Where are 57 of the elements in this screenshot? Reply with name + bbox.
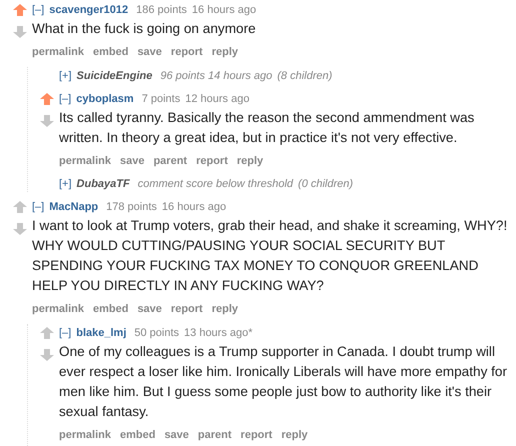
comment-action-link[interactable]: parent [198, 427, 232, 443]
downvote-arrow-icon[interactable] [40, 349, 54, 361]
author-link[interactable]: MacNapp [49, 199, 98, 215]
comment-action-link[interactable]: save [137, 301, 162, 317]
collapse-toggle[interactable]: [–] [32, 2, 44, 18]
author-link[interactable]: cyboplasm [76, 91, 134, 107]
comment-text: What in the fuck is going on anymore [32, 20, 257, 38]
comment-score: 178 points [106, 200, 157, 215]
comment-action-link[interactable]: permalink [59, 427, 111, 443]
comment-action-link[interactable]: save [164, 427, 189, 443]
comment-time: 16 hours ago [192, 3, 256, 18]
downvote-arrow-icon[interactable] [13, 223, 27, 235]
downvote-arrow-icon[interactable] [13, 26, 27, 38]
collapse-toggle[interactable]: [–] [59, 91, 72, 107]
comment-action-link[interactable]: permalink [32, 44, 84, 60]
comment-action-link[interactable]: embed [120, 427, 156, 443]
comment-text: Its called tyranny. Basically the reason the second ammendment was written. In theory a great idea, but in practice it's not very effective. [59, 109, 476, 147]
comment-score: 50 points [134, 326, 180, 341]
comment-text: One of my colleagues is a Trump supporter in Canada. I doubt trump will ever respect a loser like him. Ironically Liberals will have more empathy for men like him. But I guess some people just bow to authority like it's their sexual fantasy. [59, 343, 508, 421]
comment-action-link[interactable]: reply [236, 153, 264, 169]
collapse-toggle[interactable]: [–] [59, 325, 72, 341]
comment-time: 16 hours ago [162, 200, 226, 215]
upvote-arrow-icon[interactable] [40, 327, 54, 339]
upvote-arrow-icon[interactable] [13, 4, 27, 16]
collapse-toggle[interactable]: [–] [32, 199, 44, 215]
comment-action-link[interactable]: embed [92, 44, 128, 60]
comment-action-link[interactable]: parent [153, 153, 188, 169]
comment-score: 96 points 14 hours ago [160, 69, 272, 84]
comment-score: 186 points [136, 3, 187, 18]
author-link[interactable]: DubayaTF [76, 176, 130, 192]
expand-toggle[interactable]: [+] [59, 176, 72, 192]
author-link[interactable]: blake_lmj [76, 325, 126, 341]
comment-action-link[interactable]: reply [281, 427, 308, 443]
author-link[interactable]: scavenger1012 [49, 2, 128, 18]
children-count: (0 children) [298, 177, 354, 192]
comment-action-link[interactable]: reply [212, 44, 238, 60]
comment-action-link[interactable]: report [170, 44, 203, 60]
comment-action-link[interactable]: permalink [32, 301, 84, 317]
comment-action-link[interactable]: save [120, 153, 144, 169]
comment-action-link[interactable]: reply [212, 301, 238, 317]
comment-time: 13 hours ago* [184, 326, 253, 341]
comment-score: comment score below threshold [138, 177, 294, 192]
comment-action-link[interactable]: report [196, 153, 228, 169]
downvote-arrow-icon[interactable] [40, 115, 54, 127]
comment-action-link[interactable]: permalink [59, 153, 111, 169]
comment-text: I want to look at Trump voters, grab their head, and shake it screaming, WHY?! WHY WOULD CUTTING/PAUSING YOUR SOCIAL SECURITY BUT SPENDING YOUR FUCKING TAX MONEY TO CONQUOR GREENLAND HELP YOU DIRECTLY IN ANY FUCKING WAY? [32, 217, 508, 295]
expand-toggle[interactable]: [+] [59, 68, 72, 84]
comment-action-link[interactable]: report [170, 301, 203, 317]
comment-action-link[interactable]: save [137, 44, 162, 60]
comment-score: 7 points [142, 92, 180, 107]
comment-action-link[interactable]: report [240, 427, 272, 443]
upvote-arrow-icon[interactable] [13, 201, 27, 213]
comment-action-link[interactable]: embed [92, 301, 128, 317]
upvote-arrow-icon[interactable] [40, 93, 54, 105]
comment-time: 12 hours ago [185, 92, 250, 107]
author-link[interactable]: SuicideEngine [76, 68, 152, 84]
children-count: (8 children) [277, 69, 332, 84]
